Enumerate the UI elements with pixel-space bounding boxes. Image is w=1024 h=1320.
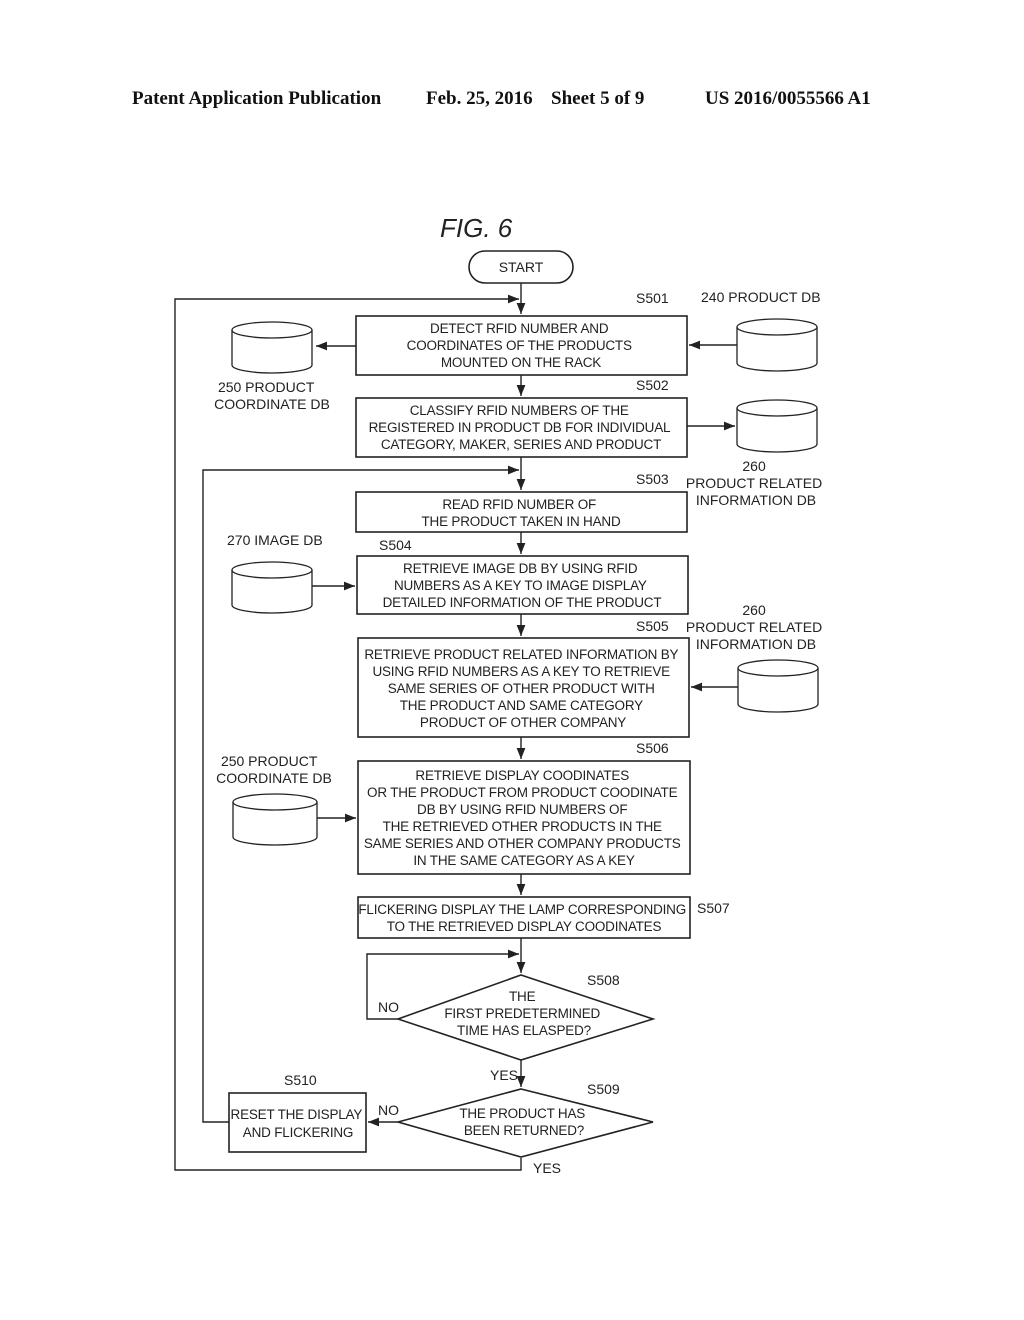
db270-label: 270 IMAGE DB bbox=[227, 532, 323, 548]
step-id-s509: S509 bbox=[587, 1081, 620, 1097]
figure-title: FIG. 6 bbox=[440, 213, 513, 243]
step-id-s504: S504 bbox=[379, 537, 412, 553]
step-s510: RESET THE DISPLAY AND FLICKERING bbox=[228, 1092, 367, 1153]
step-s501: DETECT RFID NUMBER AND COORDINATES OF TH… bbox=[355, 315, 688, 376]
step-s502-text: CLASSIFY RFID NUMBERS OF THE REGISTERED … bbox=[369, 403, 674, 452]
step-s501-text: DETECT RFID NUMBER AND COORDINATES OF TH… bbox=[407, 321, 636, 370]
db260-top-label: 260 PRODUCT RELATED INFORMATION DB bbox=[686, 458, 826, 508]
step-id-s502: S502 bbox=[636, 377, 669, 393]
db240-label: 240 PRODUCT DB bbox=[701, 289, 821, 305]
db250-mid-label: 250 PRODUCT COORDINATE DB bbox=[216, 753, 332, 786]
database-250-coordinate-db-mid bbox=[232, 793, 318, 846]
step-id-s501: S501 bbox=[636, 290, 669, 306]
start-label: START bbox=[499, 259, 544, 275]
decision-s509: THE PRODUCT HAS BEEN RETURNED? bbox=[394, 1088, 654, 1158]
step-s505: RETRIEVE PRODUCT RELATED INFORMATION BY … bbox=[357, 637, 690, 738]
s509-no-label: NO bbox=[378, 1102, 399, 1118]
start-terminal: START bbox=[468, 250, 574, 284]
step-s502: CLASSIFY RFID NUMBERS OF THE REGISTERED … bbox=[355, 397, 688, 458]
step-s506: RETRIEVE DISPLAY COODINATES OR THE PRODU… bbox=[357, 760, 691, 875]
flowchart: FIG. 6 START DETECT RFID NUMBER AND COOR… bbox=[174, 213, 826, 1176]
s509-yes-label: YES bbox=[533, 1160, 561, 1176]
s508-yes-label: YES bbox=[490, 1067, 518, 1083]
step-s503: READ RFID NUMBER OF THE PRODUCT TAKEN IN… bbox=[355, 491, 688, 533]
step-id-s510: S510 bbox=[284, 1072, 317, 1088]
step-id-s508: S508 bbox=[587, 972, 620, 988]
step-s504: RETRIEVE IMAGE DB BY USING RFID NUMBERS … bbox=[356, 555, 689, 615]
database-240-product-db bbox=[736, 318, 818, 372]
database-270-image-db bbox=[231, 561, 313, 614]
step-id-s507: S507 bbox=[697, 900, 730, 916]
step-id-s505: S505 bbox=[636, 618, 669, 634]
step-s504-text: RETRIEVE IMAGE DB BY USING RFID NUMBERS … bbox=[383, 561, 662, 610]
database-250-coordinate-db-top bbox=[231, 321, 313, 374]
db260-mid-label: 260 PRODUCT RELATED INFORMATION DB bbox=[686, 602, 826, 652]
step-s507: FLICKERING DISPLAY THE LAMP CORRESPONDIN… bbox=[357, 896, 691, 939]
step-id-s503: S503 bbox=[636, 471, 669, 487]
database-260-related-info-db-mid bbox=[737, 659, 819, 713]
step-id-s506: S506 bbox=[636, 740, 669, 756]
database-260-related-info-db-top bbox=[736, 399, 818, 453]
db250-top-label: 250 PRODUCT COORDINATE DB bbox=[214, 379, 330, 412]
s508-no-label: NO bbox=[378, 999, 399, 1015]
